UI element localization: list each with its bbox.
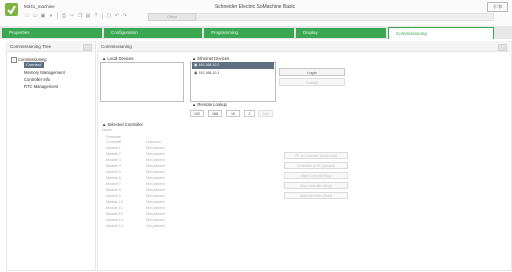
module-name: Module 6 xyxy=(106,176,121,180)
module-status: Not present xyxy=(146,146,165,150)
controller-column-label: Controller xyxy=(106,140,122,144)
tab-programming[interactable]: Programming xyxy=(204,28,294,38)
module-name: Module 1 xyxy=(106,146,121,150)
cancel-button[interactable]: Cancel xyxy=(279,78,345,86)
module-status: Not present xyxy=(146,194,165,198)
save-icon[interactable]: ▣ xyxy=(40,13,46,19)
print-icon[interactable]: ⎙ xyxy=(61,13,67,19)
tree-item-connect[interactable]: Connect xyxy=(24,62,44,68)
start-stop-button[interactable]: Start Controller/Stop xyxy=(284,172,348,179)
module-name: Module 8 xyxy=(106,188,121,192)
module-name: Module 14 xyxy=(106,224,123,228)
open-icon[interactable]: ▭ xyxy=(32,13,38,19)
start-controller-button[interactable]: Start controller (Start) xyxy=(284,192,348,199)
ip-octet-3[interactable]: 10 xyxy=(226,110,240,117)
app-logo-icon xyxy=(5,3,18,16)
module-status: Not present xyxy=(146,218,165,222)
module-name: Module 13 xyxy=(106,218,123,222)
ip-octet-1[interactable]: 192 xyxy=(190,110,204,117)
tab-commissioning[interactable]: Commissioning xyxy=(388,27,494,39)
download-button[interactable]: PC to Controller (download) xyxy=(284,152,348,159)
local-devices-text: Local Devices xyxy=(107,56,134,61)
ip-dot: . xyxy=(223,112,225,117)
redo-icon[interactable]: ↷ xyxy=(122,13,128,19)
window-title: Schneider Electric SoMachine Basic xyxy=(214,4,296,10)
add-remote-button[interactable]: Add xyxy=(258,110,273,117)
remote-lookup-text: Remote Lookup xyxy=(197,102,227,107)
ethernet-device-row-selected[interactable]: ▣ 192.168.10.2 xyxy=(192,62,274,69)
commissioning-tree-panel xyxy=(6,41,96,271)
device-ip: 192.168.10.1 xyxy=(198,71,220,75)
toolbar-strip xyxy=(196,13,494,21)
undo-icon[interactable]: ↶ xyxy=(114,13,120,19)
ip-octet-2[interactable]: 168 xyxy=(208,110,222,117)
module-name: Module 5 xyxy=(106,170,121,174)
module-status: Not present xyxy=(146,158,165,162)
module-status: Not present xyxy=(146,170,165,174)
local-devices-list[interactable] xyxy=(100,62,184,102)
module-name: Module 11 xyxy=(106,206,123,210)
paste-icon[interactable]: ▤ xyxy=(85,13,91,19)
ip-dot: . xyxy=(205,112,207,117)
ethernet-devices-text: Ethernet Devices xyxy=(197,56,230,61)
toolbar-divider xyxy=(57,13,58,19)
firmware-label: Firmware xyxy=(106,135,121,139)
selected-controller-label: ▲ Selected Controller xyxy=(102,122,143,127)
login-button[interactable]: Login xyxy=(279,68,345,76)
tab-properties[interactable]: Properties xyxy=(2,28,102,38)
toolbar-divider xyxy=(102,13,103,19)
project-name: M241_machine xyxy=(24,4,55,9)
remote-lookup-label: ▲ Remote Lookup xyxy=(192,102,227,107)
module-name: Module 10 xyxy=(106,200,123,204)
new-icon[interactable]: □ xyxy=(24,13,30,19)
ethernet-devices-label: ▲ Ethernet Devices xyxy=(192,56,230,61)
tree-expand-icon[interactable]: − xyxy=(11,57,17,63)
controller-name-label: Name xyxy=(102,128,112,132)
local-devices-label: ▲ Local Devices xyxy=(102,56,134,61)
tab-display[interactable]: Display xyxy=(296,28,386,38)
module-status: Not present xyxy=(146,176,165,180)
build-icon[interactable]: ▢ xyxy=(106,13,112,19)
tab-configuration[interactable]: Configuration xyxy=(104,28,202,38)
module-status: Not present xyxy=(146,164,165,168)
module-status: Not present xyxy=(146,224,165,228)
tree-item-controller-info[interactable]: Controller Info xyxy=(24,77,50,82)
panel-title: Commissioning Tree xyxy=(6,41,94,52)
module-name: Module 12 xyxy=(106,212,123,216)
tree-item-rtc[interactable]: RTC Management xyxy=(24,84,58,89)
module-name: Module 4 xyxy=(106,164,121,168)
module-name: Module 9 xyxy=(106,194,121,198)
panel-title: Commissioning xyxy=(97,41,510,52)
tree-item-memory[interactable]: Memory Management xyxy=(24,70,65,75)
module-status: Not present xyxy=(146,212,165,216)
selected-controller-text: Selected Controller xyxy=(107,122,143,127)
module-status: Not present xyxy=(146,206,165,210)
module-status: Not present xyxy=(146,182,165,186)
controller-state: Unknown xyxy=(146,140,161,144)
device-ip: 192.168.10.2 xyxy=(198,63,220,67)
module-name: Module 3 xyxy=(106,158,121,162)
save-dropdown-icon[interactable]: ▾ xyxy=(48,13,54,19)
offline-status: Offline xyxy=(148,13,196,21)
module-status: Not present xyxy=(146,152,165,156)
module-status: Not present xyxy=(146,188,165,192)
collapse-panel-icon[interactable] xyxy=(498,44,507,51)
stop-controller-button[interactable]: Stop controller (Stop) xyxy=(284,182,348,189)
window-controls[interactable]: -|□|x xyxy=(487,2,508,12)
ip-octet-4[interactable]: 2 xyxy=(244,110,255,117)
module-name: Module 2 xyxy=(106,152,121,156)
cut-icon[interactable]: ✂ xyxy=(69,13,75,19)
module-status: Not present xyxy=(146,200,165,204)
ethernet-device-row[interactable]: ▣ 192.168.10.1 xyxy=(192,70,274,77)
module-name: Module 7 xyxy=(106,182,121,186)
collapse-panel-icon[interactable] xyxy=(83,44,92,51)
upload-button[interactable]: Controller to PC (upload) xyxy=(284,162,348,169)
copy-icon[interactable]: ❐ xyxy=(77,13,83,19)
ip-dot: . xyxy=(241,112,243,117)
toolbar: □ ▭ ▣ ▾ ⎙ ✂ ❐ ▤ ? ▢ ↶ ↷ xyxy=(24,12,128,20)
help-icon[interactable]: ? xyxy=(93,13,99,19)
